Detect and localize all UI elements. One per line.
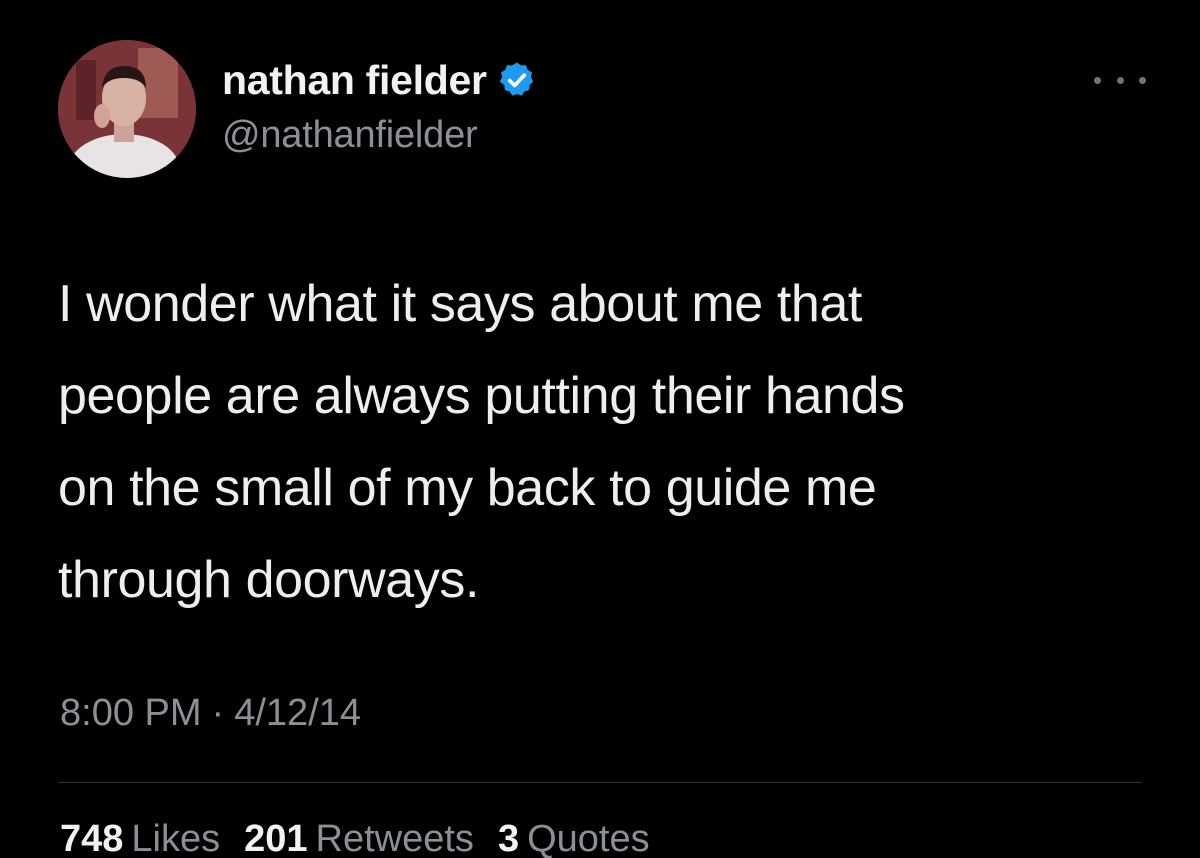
retweets-count: 201: [244, 818, 308, 858]
more-dot-icon: [1139, 76, 1146, 84]
more-dot-icon: [1116, 76, 1124, 84]
tweet-text-line: on the small of my back to guide me: [58, 459, 877, 517]
avatar[interactable]: [58, 40, 196, 178]
tweet-stats: 748 Likes 201 Retweets 3 Quotes: [60, 818, 650, 858]
more-dot-icon: [1094, 76, 1101, 84]
display-name[interactable]: nathan fielder: [222, 57, 487, 104]
tweet-text-line: people are always putting their hands: [58, 367, 905, 425]
tweet-card: nathan fielder @nathanfielder I wonder w…: [0, 0, 1200, 858]
quotes-label: Quotes: [527, 818, 650, 858]
more-options-icon[interactable]: [1094, 70, 1146, 90]
tweet-timestamp[interactable]: 8:00 PM · 4/12/14: [60, 692, 361, 735]
tweet-time: 8:00 PM: [60, 692, 202, 734]
profile-photo-icon: [58, 40, 196, 178]
retweets-label: Retweets: [315, 818, 474, 858]
timestamp-separator: ·: [211, 692, 225, 734]
divider: [58, 782, 1142, 783]
tweet-date: 4/12/14: [234, 692, 361, 734]
quotes-count: 3: [497, 818, 520, 858]
retweets-stat[interactable]: 201 Retweets: [244, 818, 474, 858]
author-name-row[interactable]: nathan fielder: [222, 54, 537, 106]
tweet-text: I wonder what it says about me that peop…: [58, 258, 1158, 626]
quotes-stat[interactable]: 3 Quotes: [498, 818, 650, 858]
likes-stat[interactable]: 748 Likes: [60, 818, 220, 858]
verified-badge-icon: [499, 62, 533, 96]
likes-label: Likes: [131, 818, 221, 858]
tweet-text-line: I wonder what it says about me that: [58, 275, 862, 333]
tweet-text-line: through doorways.: [58, 551, 480, 609]
author-handle[interactable]: @nathanfielder: [222, 114, 478, 157]
likes-count: 748: [60, 818, 124, 858]
